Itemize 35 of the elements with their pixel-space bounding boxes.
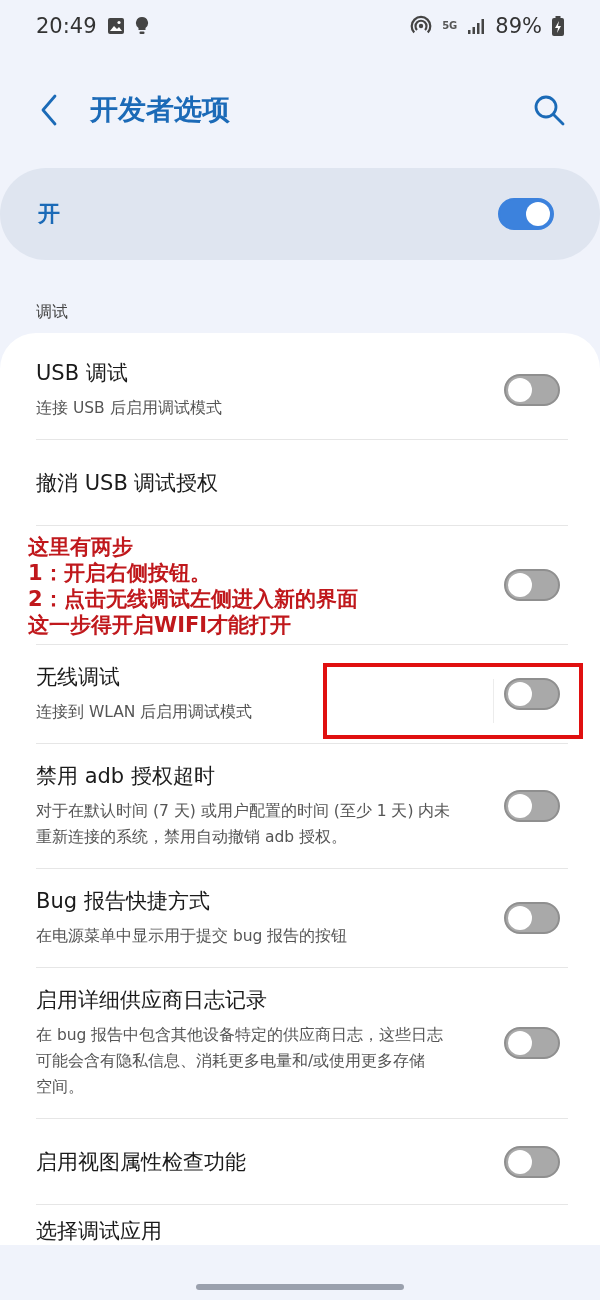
setting-description: 在 bug 报告中包含其他设备特定的供应商日志，这些日志 可能会含有隐私信息、消耗更多电量和/或使用更多存储 空间。 xyxy=(36,1025,445,1098)
toggle-switch[interactable] xyxy=(504,902,560,934)
section-header: 调试 xyxy=(35,301,69,323)
toggle-switch[interactable] xyxy=(504,790,560,822)
setting-title: 选择调试应用 xyxy=(36,1218,163,1245)
setting-title: 撤消 USB 调试授权 xyxy=(36,469,220,497)
annotation-text: 这里有两步 1：开启右侧按钮。 2：点击无线调试左侧进入新的界面 这一步得开启WIFI才能打开 xyxy=(28,534,359,639)
setting-description: 连接到 WLAN 后启用调试模式 xyxy=(36,702,254,723)
switch-label: 开 xyxy=(38,200,60,228)
search-icon[interactable] xyxy=(532,93,566,127)
toggle-switch[interactable] xyxy=(504,1027,560,1059)
setting-title: 启用视图属性检查功能 xyxy=(36,1148,247,1176)
setting-description: 在电源菜单中显示用于提交 bug 报告的按钮 xyxy=(36,926,349,947)
toggle-switch[interactable] xyxy=(504,569,560,601)
bulb-icon xyxy=(134,16,149,36)
toggle-switch[interactable] xyxy=(504,374,560,406)
setting-description: 对于在默认时间 (7 天) 或用户配置的时间 (至少 1 天) 内未 重新连接的系统，禁用自动撤销 adb 授权。 xyxy=(36,801,452,848)
signal-icon xyxy=(467,17,486,35)
toggle-switch[interactable] xyxy=(498,198,554,230)
toggle-switch[interactable] xyxy=(504,1145,560,1178)
setting-title: 禁用 adb 授权超时 xyxy=(36,763,216,790)
setting-title: USB 调试 xyxy=(36,360,129,387)
setting-title: 启用详细供应商日志记录 xyxy=(36,987,268,1014)
toggle-switch[interactable] xyxy=(504,678,560,710)
setting-title: 无线调试 xyxy=(36,664,121,691)
setting-description: 连接 USB 后启用调试模式 xyxy=(36,398,223,419)
master-switch-bar[interactable]: 开 xyxy=(0,168,600,260)
battery-percentage: 89% xyxy=(495,14,542,38)
network-type: 5G xyxy=(442,21,458,31)
clock: 20:49 xyxy=(36,14,97,38)
gesture-handle[interactable] xyxy=(196,1284,404,1290)
setting-title: Bug 报告快捷方式 xyxy=(36,888,211,915)
battery-icon xyxy=(552,16,564,36)
page-title: 开发者选项 xyxy=(90,92,231,128)
image-icon xyxy=(106,17,125,35)
